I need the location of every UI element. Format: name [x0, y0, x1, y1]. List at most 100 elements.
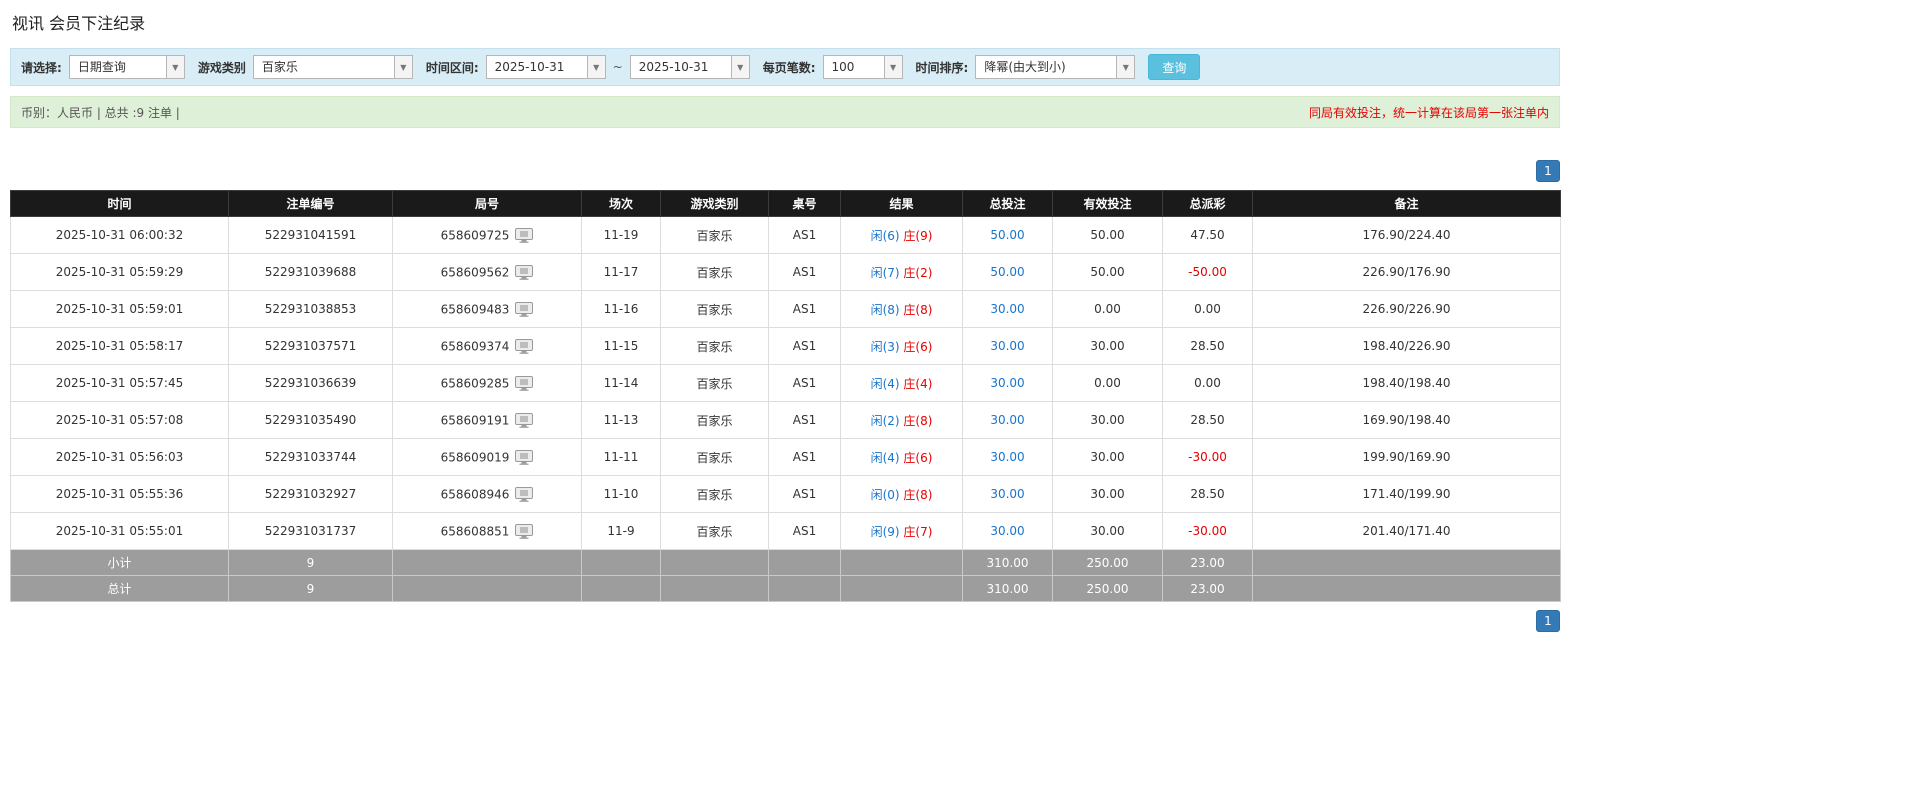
sort-order-select[interactable]: 降幂(由大到小) ▼	[975, 55, 1136, 79]
table-row: 2025-10-31 05:59:01 522931038853 658609483…	[10, 290, 1561, 328]
cell-remark: 176.90/224.40	[1252, 216, 1561, 254]
result-player: 闲(2)	[870, 413, 900, 428]
chevron-down-icon[interactable]: ▼	[1116, 56, 1135, 78]
video-replay-icon[interactable]	[515, 375, 534, 391]
total-label: 总计	[10, 575, 229, 602]
cell-table-no: AS1	[768, 216, 841, 254]
result-player: 闲(6)	[870, 228, 900, 243]
notice-text: 同局有效投注，统一计算在该局第一张注单内	[1308, 105, 1549, 120]
cell-total-bet: 50.00	[962, 253, 1053, 291]
date-to-select[interactable]: 2025-10-31 ▼	[629, 55, 750, 79]
page-button-1[interactable]: 1	[1536, 160, 1560, 182]
total-bet-link[interactable]: 30.00	[990, 302, 1024, 316]
filter-bar: 请选择: 日期查询 ▼ 游戏类别 百家乐 ▼ 时间区间: 2025-10-31 …	[10, 48, 1560, 86]
video-replay-icon[interactable]	[515, 301, 534, 317]
chevron-down-icon[interactable]: ▼	[730, 56, 749, 78]
cell-remark: 169.90/198.40	[1252, 401, 1561, 439]
subtotal-empty-cell	[768, 549, 841, 576]
cell-payout: 0.00	[1162, 364, 1253, 402]
cell-game-type: 百家乐	[660, 290, 769, 328]
cell-total-bet: 50.00	[962, 216, 1053, 254]
game-type-label: 游戏类别	[197, 60, 246, 75]
video-replay-icon[interactable]	[515, 523, 534, 539]
total-bet-link[interactable]: 30.00	[990, 339, 1024, 353]
chevron-down-icon[interactable]: ▼	[586, 56, 605, 78]
cell-valid-bet: 50.00	[1052, 253, 1163, 291]
cell-round-id: 658608946	[392, 475, 582, 513]
video-replay-icon[interactable]	[515, 486, 534, 502]
chevron-down-icon[interactable]: ▼	[393, 56, 412, 78]
total-bet-link[interactable]: 30.00	[990, 524, 1024, 538]
cell-result: 闲(0) 庄(8)	[840, 475, 963, 513]
result-player: 闲(4)	[870, 376, 900, 391]
cell-total-bet: 30.00	[962, 401, 1053, 439]
cell-result: 闲(3) 庄(6)	[840, 327, 963, 365]
query-type-select[interactable]: 日期查询 ▼	[68, 55, 185, 79]
cell-time: 2025-10-31 05:57:08	[10, 401, 229, 439]
cell-bet-id: 522931033744	[228, 438, 393, 476]
total-bet-link[interactable]: 50.00	[990, 228, 1024, 242]
video-replay-icon[interactable]	[515, 412, 534, 428]
content-container: 视讯 会员下注纪录 请选择: 日期查询 ▼ 游戏类别 百家乐 ▼ 时间区间: 2…	[10, 10, 1561, 632]
game-type-select[interactable]: 百家乐 ▼	[252, 55, 413, 79]
cell-valid-bet: 30.00	[1052, 438, 1163, 476]
cell-round-id: 658609374	[392, 327, 582, 365]
cell-time: 2025-10-31 05:58:17	[10, 327, 229, 365]
cell-table-no: AS1	[768, 327, 841, 365]
cell-table-no: AS1	[768, 364, 841, 402]
video-replay-icon[interactable]	[515, 264, 534, 280]
cell-game-type: 百家乐	[660, 475, 769, 513]
page-size-select[interactable]: 100 ▼	[822, 55, 903, 79]
cell-game-type: 百家乐	[660, 253, 769, 291]
cell-table-no: AS1	[768, 475, 841, 513]
cell-total-bet: 30.00	[962, 364, 1053, 402]
chevron-down-icon[interactable]: ▼	[883, 56, 902, 78]
total-total-bet: 310.00	[962, 575, 1053, 602]
result-banker: 庄(8)	[903, 413, 933, 428]
cell-result: 闲(7) 庄(2)	[840, 253, 963, 291]
cell-payout: -50.00	[1162, 253, 1253, 291]
total-bet-link[interactable]: 30.00	[990, 487, 1024, 501]
result-player: 闲(8)	[870, 302, 900, 317]
cell-round-id: 658609019	[392, 438, 582, 476]
pagination-top: 1	[10, 160, 1560, 182]
total-count: 9	[228, 575, 393, 602]
cell-session: 11-13	[581, 401, 661, 439]
cell-game-type: 百家乐	[660, 512, 769, 550]
page-button-1[interactable]: 1	[1536, 610, 1560, 632]
total-bet-link[interactable]: 30.00	[990, 376, 1024, 390]
table-row: 2025-10-31 05:58:17 522931037571 658609374…	[10, 327, 1561, 365]
cell-valid-bet: 50.00	[1052, 216, 1163, 254]
cell-table-no: AS1	[768, 438, 841, 476]
chevron-down-icon[interactable]: ▼	[165, 56, 184, 78]
total-empty-cell	[840, 575, 963, 602]
cell-payout: 0.00	[1162, 290, 1253, 328]
subtotal-count: 9	[228, 549, 393, 576]
video-replay-icon[interactable]	[515, 227, 534, 243]
cell-time: 2025-10-31 05:57:45	[10, 364, 229, 402]
search-button[interactable]: 查询	[1148, 54, 1201, 80]
round-id-text: 658609374	[440, 339, 510, 353]
result-banker: 庄(8)	[903, 487, 933, 502]
cell-game-type: 百家乐	[660, 216, 769, 254]
subtotal-empty-cell	[581, 549, 661, 576]
table-row: 2025-10-31 05:56:03 522931033744 658609019…	[10, 438, 1561, 476]
cell-session: 11-17	[581, 253, 661, 291]
cell-payout: 28.50	[1162, 475, 1253, 513]
subtotal-total-bet: 310.00	[962, 549, 1053, 576]
video-replay-icon[interactable]	[515, 449, 534, 465]
cell-valid-bet: 30.00	[1052, 401, 1163, 439]
result-player: 闲(9)	[870, 524, 900, 539]
cell-result: 闲(9) 庄(7)	[840, 512, 963, 550]
total-bet-link[interactable]: 50.00	[990, 265, 1024, 279]
video-replay-icon[interactable]	[515, 338, 534, 354]
cell-bet-id: 522931031737	[228, 512, 393, 550]
cell-round-id: 658609725	[392, 216, 582, 254]
date-from-select[interactable]: 2025-10-31 ▼	[485, 55, 606, 79]
total-bet-link[interactable]: 30.00	[990, 450, 1024, 464]
total-bet-link[interactable]: 30.00	[990, 413, 1024, 427]
cell-session: 11-16	[581, 290, 661, 328]
cell-valid-bet: 0.00	[1052, 290, 1163, 328]
column-header-round-id: 局号	[392, 190, 582, 217]
subtotal-empty-cell	[392, 549, 582, 576]
